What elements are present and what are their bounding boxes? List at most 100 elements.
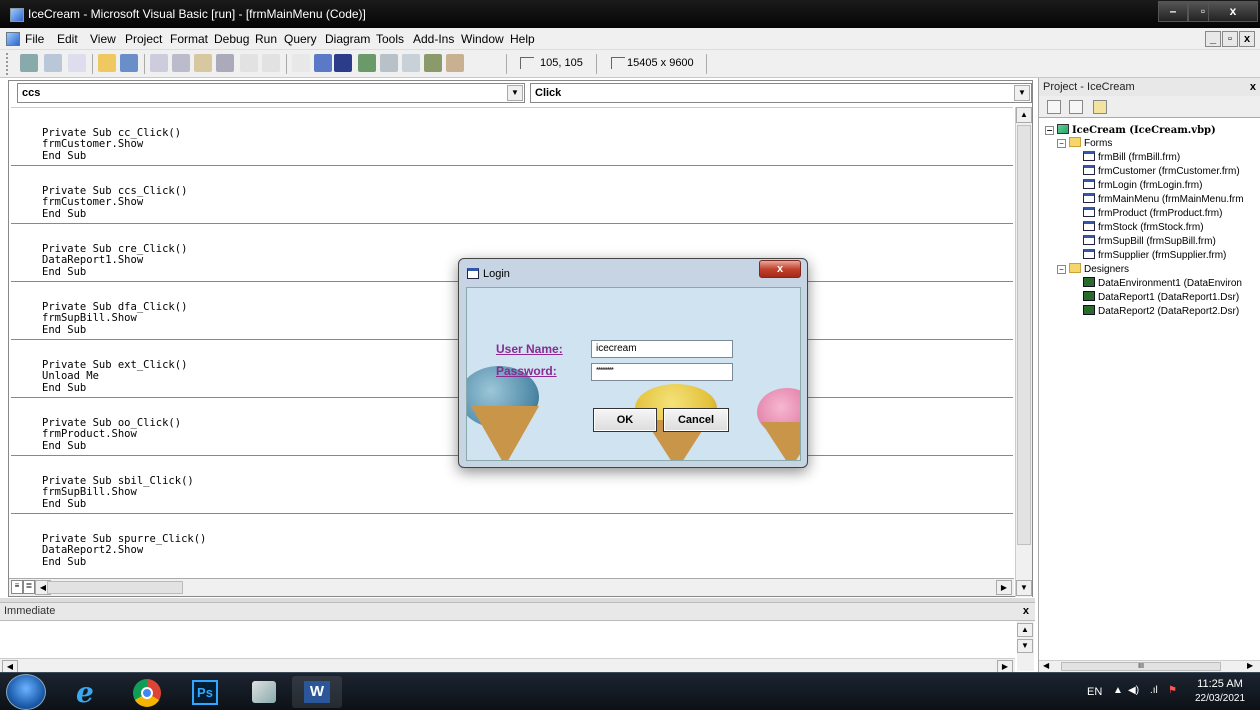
find-icon[interactable] xyxy=(216,54,234,72)
tree-item-form[interactable]: frmSupBill (frmSupBill.frm) xyxy=(1083,235,1216,248)
collapse-icon[interactable]: − xyxy=(1057,265,1066,274)
open-project-icon[interactable] xyxy=(98,54,116,72)
copy-icon[interactable] xyxy=(172,54,190,72)
tree-item-form[interactable]: frmStock (frmStock.frm) xyxy=(1083,221,1204,234)
code-horizontal-scrollbar[interactable]: ≡ ≣ ◀ ▶ xyxy=(9,578,1014,596)
redo-icon[interactable] xyxy=(262,54,280,72)
menu-debug[interactable]: Debug xyxy=(214,32,249,46)
menu-tools[interactable]: Tools xyxy=(376,32,404,46)
menu-view[interactable]: View xyxy=(90,32,116,46)
menu-diagram[interactable]: Diagram xyxy=(325,32,370,46)
mdi-minimize-button[interactable]: _ xyxy=(1205,31,1221,47)
clock-date[interactable]: 22/03/2021 xyxy=(1191,693,1249,704)
add-form-icon[interactable] xyxy=(44,54,62,72)
start-button[interactable] xyxy=(6,674,46,710)
clock-time[interactable]: 11:25 AM xyxy=(1191,678,1249,690)
add-project-icon[interactable] xyxy=(20,54,38,72)
chevron-down-icon[interactable]: ▼ xyxy=(507,85,523,101)
menu-window[interactable]: Window xyxy=(461,32,504,46)
end-icon[interactable] xyxy=(334,54,352,72)
scroll-left-icon[interactable]: ◀ xyxy=(1043,661,1049,670)
action-center-icon[interactable]: ⚑ xyxy=(1168,685,1177,696)
scroll-thumb[interactable] xyxy=(1017,125,1031,545)
designers-folder-item[interactable]: − Designers xyxy=(1057,263,1129,276)
vb-app-icon[interactable] xyxy=(10,8,24,22)
language-indicator[interactable]: EN xyxy=(1087,686,1102,698)
code-window-icon[interactable] xyxy=(6,32,20,46)
menu-edit[interactable]: Edit xyxy=(57,32,78,46)
tree-item-form[interactable]: frmSupplier (frmSupplier.frm) xyxy=(1083,249,1226,262)
menu-format[interactable]: Format xyxy=(170,32,208,46)
procedure-view-icon[interactable]: ≡ xyxy=(11,580,23,594)
paste-icon[interactable] xyxy=(194,54,212,72)
properties-window-icon[interactable] xyxy=(380,54,398,72)
menu-run[interactable]: Run xyxy=(255,32,277,46)
word-icon[interactable]: W xyxy=(292,676,342,708)
scroll-thumb[interactable] xyxy=(47,581,183,594)
forms-folder-item[interactable]: − Forms xyxy=(1057,137,1112,150)
ok-button[interactable]: OK xyxy=(593,408,657,432)
tree-item-form[interactable]: frmCustomer (frmCustomer.frm) xyxy=(1083,165,1240,178)
toggle-folders-icon[interactable] xyxy=(1093,100,1107,114)
view-code-icon[interactable] xyxy=(1047,100,1061,114)
tree-item-form[interactable]: frmProduct (frmProduct.frm) xyxy=(1083,207,1222,220)
procedure-combo[interactable]: Click ▼ xyxy=(530,83,1032,103)
menu-file[interactable]: File xyxy=(25,32,44,46)
object-browser-icon[interactable] xyxy=(424,54,442,72)
immediate-close-button[interactable]: x xyxy=(1023,605,1029,617)
login-close-button[interactable]: x xyxy=(759,260,801,278)
tree-item-form[interactable]: frmBill (frmBill.frm) xyxy=(1083,151,1180,164)
tree-item-form[interactable]: frmLogin (frmLogin.frm) xyxy=(1083,179,1202,192)
close-button[interactable]: x xyxy=(1208,1,1258,22)
cut-icon[interactable] xyxy=(150,54,168,72)
menu-project[interactable]: Project xyxy=(125,32,162,46)
full-module-view-icon[interactable]: ≣ xyxy=(23,580,35,594)
chrome-icon[interactable] xyxy=(122,676,172,708)
menu-editor-icon[interactable] xyxy=(68,54,86,72)
scroll-up-icon[interactable]: ▲ xyxy=(1016,107,1032,123)
break-icon[interactable] xyxy=(314,54,332,72)
volume-icon[interactable]: ◀) xyxy=(1128,685,1139,696)
scroll-right-icon[interactable]: ▶ xyxy=(1247,661,1253,670)
tree-item-designer[interactable]: DataReport1 (DataReport1.Dsr) xyxy=(1083,291,1239,304)
tree-item-designer[interactable]: DataReport2 (DataReport2.Dsr) xyxy=(1083,305,1239,318)
toolbar-grip[interactable] xyxy=(6,53,10,75)
scroll-down-icon[interactable]: ▼ xyxy=(1016,580,1032,596)
password-field[interactable]: ******** xyxy=(591,363,733,381)
menu-query[interactable]: Query xyxy=(284,32,317,46)
network-signal-icon[interactable]: .ıl xyxy=(1150,685,1158,696)
project-close-button[interactable]: x xyxy=(1250,81,1256,93)
mdi-restore-button[interactable]: ▫ xyxy=(1222,31,1238,47)
menu-addins[interactable]: Add-Ins xyxy=(413,32,454,46)
tree-item-form[interactable]: frmMainMenu (frmMainMenu.frm xyxy=(1083,193,1244,206)
cancel-button[interactable]: Cancel xyxy=(663,408,729,432)
scroll-thumb[interactable]: III xyxy=(1061,662,1221,671)
collapse-icon[interactable]: − xyxy=(1045,126,1054,135)
internet-explorer-icon[interactable]: e xyxy=(62,676,112,709)
user-name-field[interactable]: icecream xyxy=(591,340,733,358)
photoshop-icon[interactable]: Ps xyxy=(180,676,230,708)
code-vertical-scrollbar[interactable]: ▲ ▼ xyxy=(1015,107,1032,597)
save-project-icon[interactable] xyxy=(120,54,138,72)
form-layout-icon[interactable] xyxy=(402,54,420,72)
minimize-button[interactable]: – xyxy=(1158,1,1188,22)
show-hidden-icons-icon[interactable]: ▲ xyxy=(1113,685,1123,696)
chevron-down-icon[interactable]: ▼ xyxy=(1014,85,1030,101)
paint-icon[interactable] xyxy=(238,676,288,708)
start-icon[interactable] xyxy=(292,54,310,72)
project-root-item[interactable]: − IceCream (IceCream.vbp) xyxy=(1045,124,1216,137)
undo-icon[interactable] xyxy=(240,54,258,72)
project-explorer-icon[interactable] xyxy=(358,54,376,72)
immediate-vertical-scrollbar[interactable]: ▲ ▼ xyxy=(1017,621,1034,671)
toolbox-icon[interactable] xyxy=(446,54,464,72)
tree-item-designer[interactable]: DataEnvironment1 (DataEnviron xyxy=(1083,277,1242,290)
scroll-down-icon[interactable]: ▼ xyxy=(1017,639,1033,653)
scroll-up-icon[interactable]: ▲ xyxy=(1017,623,1033,637)
collapse-icon[interactable]: − xyxy=(1057,139,1066,148)
menu-help[interactable]: Help xyxy=(510,32,535,46)
view-object-icon[interactable] xyxy=(1069,100,1083,114)
project-horizontal-scrollbar[interactable]: ◀ III ▶ xyxy=(1039,660,1260,672)
scroll-right-icon[interactable]: ▶ xyxy=(996,580,1012,595)
object-combo[interactable]: ccs ▼ xyxy=(17,83,525,103)
mdi-close-button[interactable]: x xyxy=(1239,31,1255,47)
